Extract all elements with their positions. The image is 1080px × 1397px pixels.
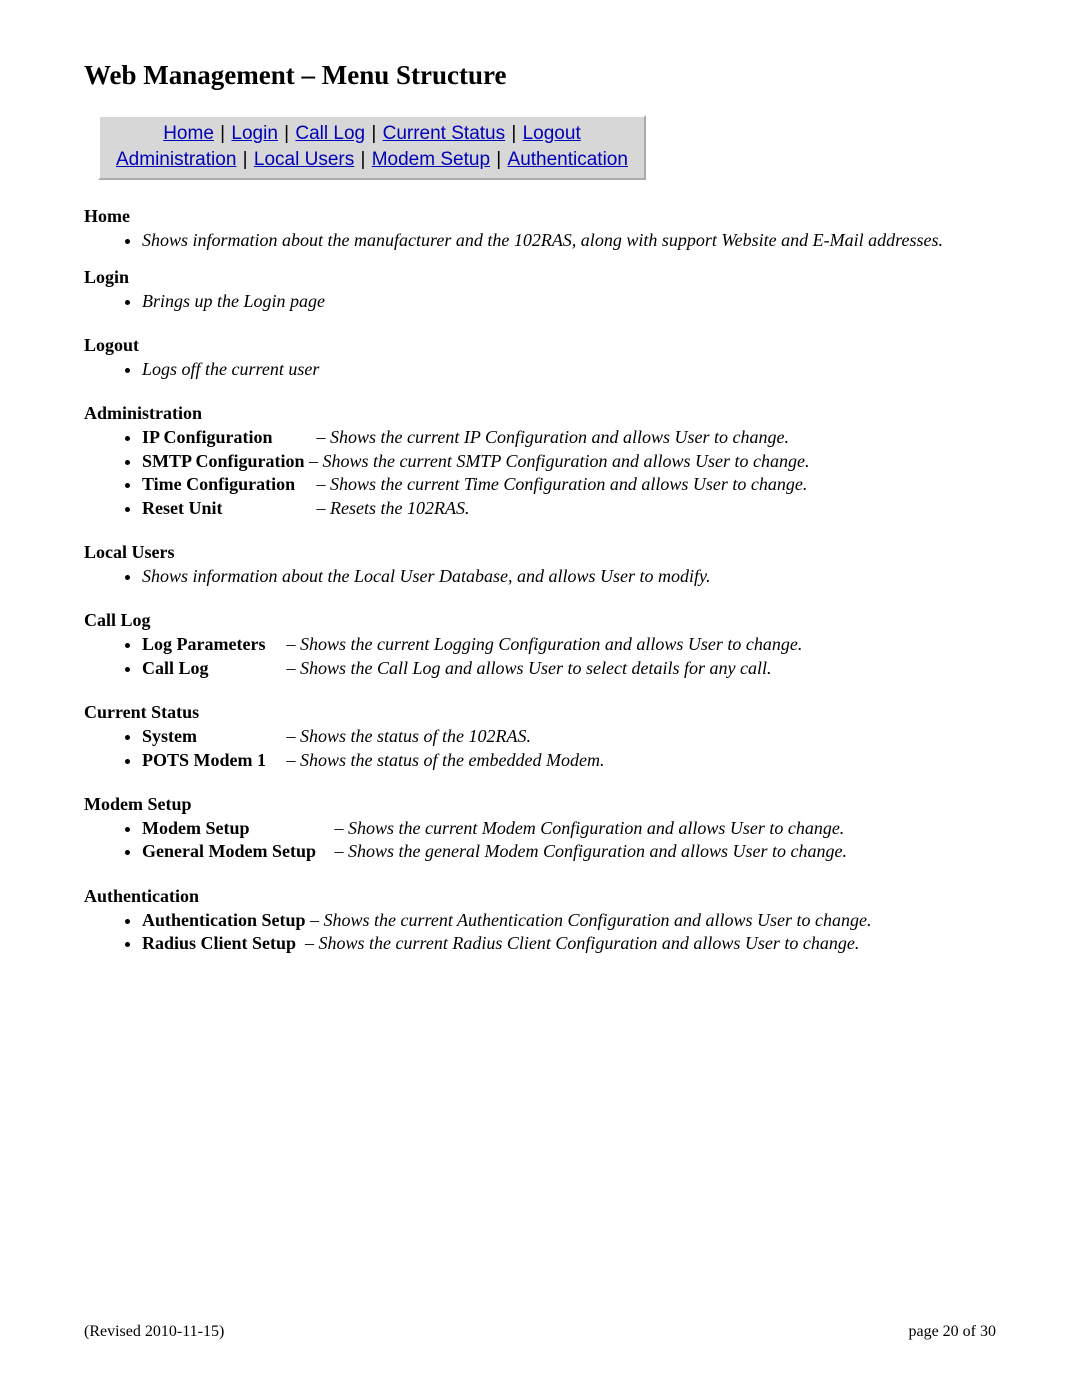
section-title: Modem Setup [84,794,996,815]
item-desc: – Shows the general Modem Configuration … [335,841,847,861]
item-desc: Logs off the current user [142,359,319,379]
list-item: Shows information about the Local User D… [142,565,996,588]
list-item: Authentication Setup – Shows the current… [142,909,996,932]
item-desc: – Shows the current Time Configuration a… [317,474,808,494]
nav-logout[interactable]: Logout [523,123,581,144]
nav-row-1: Home | Login | Call Log | Current Status… [116,121,628,147]
list-item: Log Parameters – Shows the current Loggi… [142,633,996,656]
nav-row-2: Administration | Local Users | Modem Set… [116,147,628,173]
item-label: IP Configuration [142,426,312,449]
list-item: System – Shows the status of the 102RAS. [142,725,996,748]
nav-login[interactable]: Login [231,123,278,144]
section-authentication: Authentication Authentication Setup – Sh… [84,886,996,956]
section-title: Authentication [84,886,996,907]
item-label: Reset Unit [142,497,312,520]
nav-current-status[interactable]: Current Status [383,123,506,144]
item-desc: – Shows the current SMTP Configuration a… [309,451,810,471]
item-desc: Shows information about the Local User D… [142,566,711,586]
page-footer: (Revised 2010-11-15) page 20 of 30 [84,1323,996,1341]
item-desc: Shows information about the manufacturer… [142,230,943,250]
section-current-status: Current Status System – Shows the status… [84,702,996,772]
list-item: SMTP Configuration – Shows the current S… [142,450,996,473]
nav-modem-setup[interactable]: Modem Setup [372,149,490,170]
item-label: Modem Setup [142,817,330,840]
list-item: Modem Setup – Shows the current Modem Co… [142,817,996,840]
item-desc: – Resets the 102RAS. [317,498,470,518]
item-desc: – Shows the status of the 102RAS. [287,726,532,746]
section-local-users: Local Users Shows information about the … [84,542,996,588]
item-label: Call Log [142,657,282,680]
item-label: General Modem Setup [142,840,330,863]
item-label: System [142,725,282,748]
section-title: Login [84,267,996,288]
item-desc: – Shows the current Logging Configuratio… [287,634,803,654]
item-desc: – Shows the current IP Configuration and… [317,427,790,447]
nav-menu-box: Home | Login | Call Log | Current Status… [98,115,646,180]
page-title: Web Management – Menu Structure [84,60,996,91]
list-item: General Modem Setup – Shows the general … [142,840,996,863]
section-call-log: Call Log Log Parameters – Shows the curr… [84,610,996,680]
section-title: Logout [84,335,996,356]
nav-local-users[interactable]: Local Users [254,149,354,170]
section-administration: Administration IP Configuration – Shows … [84,403,996,520]
footer-revised: (Revised 2010-11-15) [84,1323,224,1341]
item-label: SMTP Configuration [142,450,305,473]
section-login: Login Brings up the Login page [84,267,996,313]
item-label: Log Parameters [142,633,282,656]
nav-calllog[interactable]: Call Log [295,123,365,144]
item-desc: – Shows the current Modem Configuration … [335,818,845,838]
nav-authentication[interactable]: Authentication [508,149,628,170]
list-item: Brings up the Login page [142,290,996,313]
list-item: Reset Unit – Resets the 102RAS. [142,497,996,520]
list-item: Radius Client Setup – Shows the current … [142,932,996,955]
list-item: Call Log – Shows the Call Log and allows… [142,657,996,680]
item-label: Radius Client Setup [142,932,296,955]
item-desc: Brings up the Login page [142,291,325,311]
footer-page-number: page 20 of 30 [908,1323,996,1341]
item-desc: – Shows the current Authentication Confi… [310,910,871,930]
nav-home[interactable]: Home [163,123,214,144]
section-title: Administration [84,403,996,424]
nav-administration[interactable]: Administration [116,149,236,170]
list-item: IP Configuration – Shows the current IP … [142,426,996,449]
list-item: POTS Modem 1 – Shows the status of the e… [142,749,996,772]
item-label: Time Configuration [142,473,312,496]
list-item: Shows information about the manufacturer… [142,229,996,252]
section-title: Home [84,206,996,227]
section-title: Current Status [84,702,996,723]
item-desc: – Shows the Call Log and allows User to … [287,658,772,678]
section-title: Call Log [84,610,996,631]
item-desc: – Shows the current Radius Client Config… [305,933,859,953]
item-label: Authentication Setup [142,909,306,932]
list-item: Logs off the current user [142,358,996,381]
item-label: POTS Modem 1 [142,749,282,772]
section-logout: Logout Logs off the current user [84,335,996,381]
section-title: Local Users [84,542,996,563]
item-desc: – Shows the status of the embedded Modem… [287,750,605,770]
section-home: Home Shows information about the manufac… [84,206,996,252]
section-modem-setup: Modem Setup Modem Setup – Shows the curr… [84,794,996,864]
list-item: Time Configuration – Shows the current T… [142,473,996,496]
